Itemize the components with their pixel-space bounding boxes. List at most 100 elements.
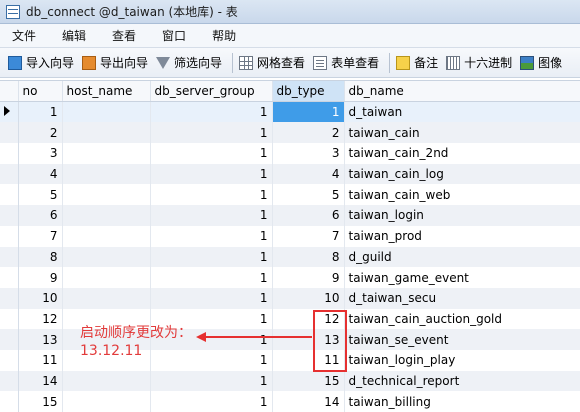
data-grid[interactable]: no host_name db_server_group db_type db_… [0, 80, 580, 412]
row-indicator[interactable] [0, 205, 19, 226]
row-indicator[interactable] [0, 246, 19, 268]
row-indicator[interactable] [0, 143, 19, 164]
table-row[interactable]: 7 1 7 taiwan_prod [0, 225, 580, 247]
cell-no[interactable]: 6 [18, 205, 63, 226]
cell-db-type[interactable]: 2 [272, 122, 345, 144]
cell-db-type[interactable]: 3 [272, 143, 345, 164]
cell-db-name[interactable]: taiwan_se_event [344, 329, 580, 350]
cell-db-type[interactable]: 6 [272, 205, 345, 226]
hex-button[interactable]: 十六进制 [444, 51, 518, 75]
row-indicator[interactable] [0, 225, 19, 247]
cell-db-server-group[interactable]: 1 [150, 122, 273, 144]
table-row[interactable]: 14 1 15 d_technical_report [0, 370, 580, 392]
cell-host-name[interactable] [62, 101, 151, 123]
cell-no[interactable]: 14 [18, 370, 63, 392]
cell-db-type[interactable]: 10 [272, 287, 345, 309]
cell-no[interactable]: 8 [18, 246, 63, 268]
menu-view[interactable]: 查看 [100, 27, 150, 44]
cell-db-server-group[interactable]: 1 [150, 246, 273, 268]
cell-host-name[interactable] [62, 287, 151, 309]
table-row[interactable]: 10 1 10 d_taiwan_secu [0, 287, 580, 309]
filter-wizard-button[interactable]: 筛选向导 [154, 51, 228, 75]
cell-db-name[interactable]: d_taiwan_secu [344, 287, 580, 309]
cell-db-type[interactable]: 1 [272, 101, 345, 123]
cell-db-name[interactable]: d_guild [344, 246, 580, 268]
cell-db-server-group[interactable]: 1 [150, 205, 273, 226]
column-header-db-server-group[interactable]: db_server_group [150, 81, 273, 103]
cell-host-name[interactable] [62, 391, 151, 412]
cell-host-name[interactable] [62, 205, 151, 226]
cell-no[interactable]: 7 [18, 225, 63, 247]
column-header-no[interactable]: no [18, 81, 63, 103]
cell-host-name[interactable] [62, 246, 151, 268]
cell-db-type[interactable]: 5 [272, 184, 345, 206]
cell-host-name[interactable] [62, 267, 151, 288]
cell-db-server-group[interactable]: 1 [150, 267, 273, 288]
cell-no[interactable]: 12 [18, 308, 63, 330]
cell-db-server-group[interactable]: 1 [150, 163, 273, 185]
cell-db-server-group[interactable]: 1 [150, 101, 273, 123]
table-row[interactable]: 4 1 4 taiwan_cain_log [0, 163, 580, 185]
table-row[interactable]: 5 1 5 taiwan_cain_web [0, 184, 580, 206]
cell-no[interactable]: 10 [18, 287, 63, 309]
table-row[interactable]: 9 1 9 taiwan_game_event [0, 267, 580, 288]
cell-db-type[interactable]: 8 [272, 246, 345, 268]
cell-db-name[interactable]: taiwan_billing [344, 391, 580, 412]
cell-no[interactable]: 15 [18, 391, 63, 412]
cell-no[interactable]: 1 [18, 101, 63, 123]
row-indicator[interactable] [0, 267, 19, 288]
cell-no[interactable]: 5 [18, 184, 63, 206]
cell-db-server-group[interactable]: 1 [150, 391, 273, 412]
import-wizard-button[interactable]: 导入向导 [6, 51, 80, 75]
cell-db-name[interactable]: d_taiwan [344, 101, 580, 123]
cell-host-name[interactable] [62, 163, 151, 185]
cell-no[interactable]: 13 [18, 329, 63, 350]
cell-host-name[interactable] [62, 143, 151, 164]
table-row[interactable]: 3 1 3 taiwan_cain_2nd [0, 143, 580, 164]
cell-db-name[interactable]: taiwan_login [344, 205, 580, 226]
cell-no[interactable]: 3 [18, 143, 63, 164]
cell-db-type[interactable]: 14 [272, 391, 345, 412]
row-indicator[interactable] [0, 370, 19, 392]
cell-db-type[interactable]: 15 [272, 370, 345, 392]
cell-no[interactable]: 11 [18, 349, 63, 371]
row-indicator[interactable] [0, 184, 19, 206]
row-indicator[interactable] [0, 101, 19, 123]
table-row[interactable]: 2 1 2 taiwan_cain [0, 122, 580, 144]
cell-db-name[interactable]: d_technical_report [344, 370, 580, 392]
cell-db-name[interactable]: taiwan_login_play [344, 349, 580, 371]
cell-db-server-group[interactable]: 1 [150, 370, 273, 392]
table-row[interactable]: 15 1 14 taiwan_billing [0, 391, 580, 412]
cell-db-name[interactable]: taiwan_cain_log [344, 163, 580, 185]
column-header-host-name[interactable]: host_name [62, 81, 151, 103]
cell-host-name[interactable] [62, 184, 151, 206]
cell-db-name[interactable]: taiwan_prod [344, 225, 580, 247]
cell-db-server-group[interactable]: 1 [150, 143, 273, 164]
table-row[interactable]: 1 1 1 d_taiwan [0, 101, 580, 123]
table-row[interactable]: 6 1 6 taiwan_login [0, 205, 580, 226]
cell-db-type[interactable]: 9 [272, 267, 345, 288]
row-indicator[interactable] [0, 329, 19, 350]
cell-db-server-group[interactable]: 1 [150, 225, 273, 247]
grid-view-button[interactable]: 网格查看 [237, 51, 311, 75]
menu-file[interactable]: 文件 [0, 27, 50, 44]
column-header-db-name[interactable]: db_name [344, 81, 580, 103]
row-indicator[interactable] [0, 349, 19, 371]
export-wizard-button[interactable]: 导出向导 [80, 51, 154, 75]
cell-db-type[interactable]: 4 [272, 163, 345, 185]
cell-db-name[interactable]: taiwan_cain [344, 122, 580, 144]
cell-db-name[interactable]: taiwan_cain_2nd [344, 143, 580, 164]
image-button[interactable]: 图像 [518, 51, 568, 75]
row-indicator[interactable] [0, 122, 19, 144]
row-indicator[interactable] [0, 391, 19, 412]
cell-host-name[interactable] [62, 370, 151, 392]
cell-db-type[interactable]: 7 [272, 225, 345, 247]
cell-db-server-group[interactable]: 1 [150, 287, 273, 309]
form-view-button[interactable]: 表单查看 [311, 51, 385, 75]
cell-host-name[interactable] [62, 122, 151, 144]
memo-button[interactable]: 备注 [394, 51, 444, 75]
table-row[interactable]: 8 1 8 d_guild [0, 246, 580, 268]
row-indicator[interactable] [0, 287, 19, 309]
cell-db-name[interactable]: taiwan_cain_auction_gold [344, 308, 580, 330]
cell-no[interactable]: 9 [18, 267, 63, 288]
